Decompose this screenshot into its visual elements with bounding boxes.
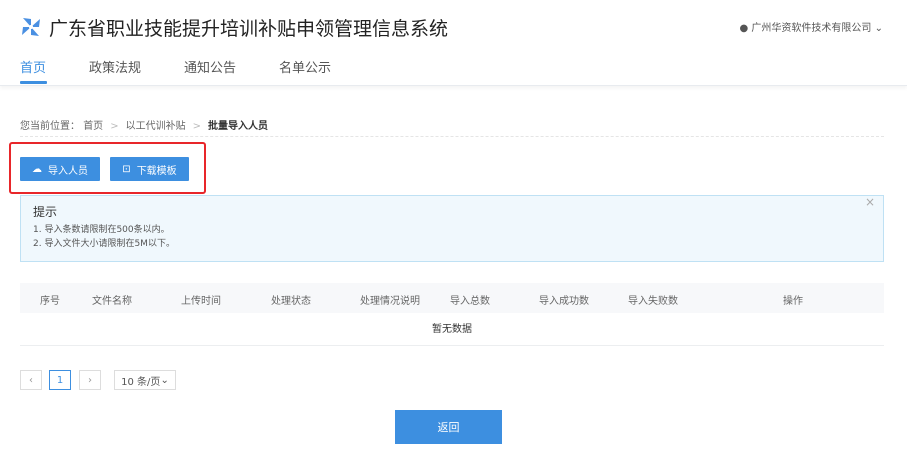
page-size-select[interactable]: 10 条/页 ⌄ — [114, 370, 176, 390]
breadcrumb: 您当前位置： 首页 > 以工代训补贴 > 批量导入人员 — [20, 117, 268, 132]
nav-active-indicator — [20, 81, 47, 84]
alert-line: 2. 导入文件大小请限制在5M以下。 — [33, 239, 175, 249]
import-button[interactable]: ☁ 导入人员 — [20, 157, 100, 181]
column-header: 处理状态 — [271, 296, 311, 307]
download-label: 下载模板 — [136, 165, 177, 177]
import-label: 导入人员 — [48, 165, 88, 177]
chevron-down-icon: ⌄ — [874, 23, 883, 34]
column-header: 上传时间 — [181, 296, 221, 307]
back-button[interactable]: 返回 — [395, 410, 502, 444]
user-icon: ● — [739, 23, 749, 34]
download-template-button[interactable]: ⊡ 下载模板 — [110, 157, 189, 181]
app-title: 广东省职业技能提升培训补贴申领管理信息系统 — [49, 18, 449, 40]
breadcrumb-current: 批量导入人员 — [207, 121, 268, 132]
cloud-upload-icon: ☁ — [32, 163, 42, 175]
alert-line: 1. 导入条数请限制在500条以内。 — [33, 225, 170, 235]
page-size-value: 10 条/页 — [121, 376, 161, 388]
nav-home[interactable]: 首页 — [20, 57, 46, 76]
chevron-down-icon: ⌄ — [160, 374, 169, 386]
logo-icon — [22, 18, 40, 36]
breadcrumb-separator: > — [110, 121, 119, 132]
column-header: 处理情况说明 — [360, 296, 420, 307]
alert-title: 提示 — [33, 205, 58, 219]
column-header: 导入成功数 — [539, 296, 589, 307]
column-header: 操作 — [783, 296, 803, 307]
breadcrumb-separator: > — [192, 121, 201, 132]
column-header: 文件名称 — [92, 296, 132, 307]
breadcrumb-prefix: 您当前位置： — [20, 121, 80, 132]
page-1-button[interactable]: 1 — [49, 370, 71, 390]
divider — [20, 136, 884, 137]
column-header: 导入失败数 — [628, 296, 678, 307]
nav-notice[interactable]: 通知公告 — [184, 57, 236, 76]
user-name: 广州华资软件技术有限公司 — [751, 23, 872, 34]
tip-alert: 提示 1. 导入条数请限制在500条以内。 2. 导入文件大小请限制在5M以下。… — [20, 195, 884, 262]
user-menu[interactable]: ● 广州华资软件技术有限公司 ⌄ — [740, 19, 884, 34]
prev-page-button[interactable]: ‹ — [20, 370, 42, 390]
download-icon: ⊡ — [122, 163, 131, 175]
breadcrumb-subsidy[interactable]: 以工代训补贴 — [126, 121, 186, 132]
nav-policy[interactable]: 政策法规 — [89, 57, 141, 76]
empty-table-message: 暂无数据 — [20, 313, 884, 346]
close-icon[interactable]: × — [865, 195, 875, 209]
column-header: 序号 — [40, 296, 60, 307]
breadcrumb-home[interactable]: 首页 — [83, 121, 103, 132]
nav-list[interactable]: 名单公示 — [279, 57, 331, 76]
column-header: 导入总数 — [450, 296, 490, 307]
next-page-button[interactable]: › — [79, 370, 101, 390]
